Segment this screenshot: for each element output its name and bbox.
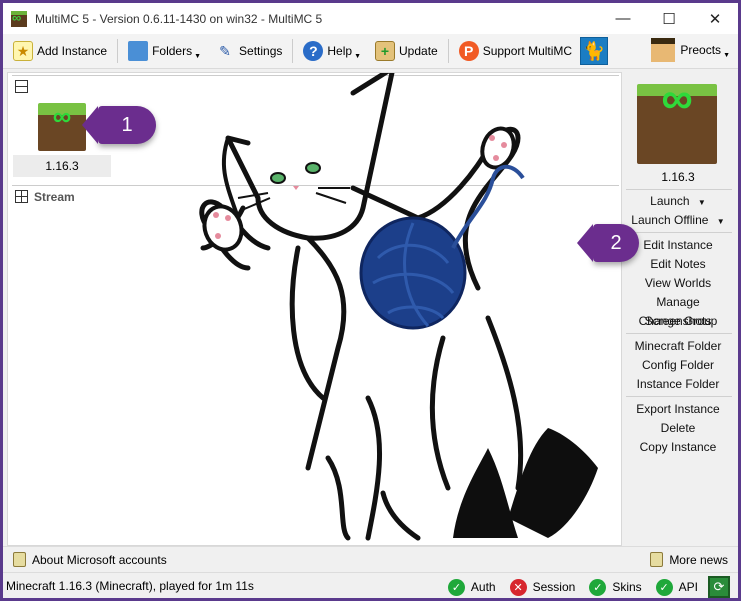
multimc-logo-icon <box>11 10 27 27</box>
more-news-button[interactable]: More news <box>650 552 728 567</box>
update-icon: + <box>375 41 395 61</box>
folders-label: Folders <box>152 44 193 58</box>
update-button[interactable]: + Update <box>371 37 442 65</box>
news-scroll-icon <box>650 552 664 567</box>
more-news-label: More news <box>669 552 728 567</box>
instance-view[interactable]: ∞ 1.16.3 Stream 1 <box>7 72 622 546</box>
annotation-callout-2: 2 <box>577 224 639 262</box>
auth-label: Auth <box>470 580 496 594</box>
window-controls: — ☐ ✕ <box>600 3 738 34</box>
api-label: API <box>678 580 698 594</box>
title-bar: MultiMC 5 - Version 0.6.11-1430 on win32… <box>3 3 738 34</box>
news-bar: About Microsoft accounts More news <box>3 546 738 572</box>
patreon-icon: P <box>458 41 479 61</box>
edit-notes-button[interactable]: Edit Notes <box>622 255 734 274</box>
session-status: ✕ Session <box>509 578 576 596</box>
status-bar: Minecraft 1.16.3 (Minecraft), played for… <box>3 572 738 598</box>
account-menu[interactable]: Preocts ▼ <box>651 38 730 62</box>
cat-toggle-button[interactable]: 🐈 <box>580 37 609 65</box>
account-avatar <box>651 38 676 62</box>
instance-large-icon[interactable]: ∞ <box>637 74 717 164</box>
status-text: Minecraft 1.16.3 (Minecraft), played for… <box>6 579 254 593</box>
about-microsoft-accounts-link[interactable]: About Microsoft accounts <box>13 552 167 567</box>
delete-button[interactable]: Delete <box>622 419 734 438</box>
update-label: Update <box>399 44 438 58</box>
help-dropdown-icon: ▼ <box>354 52 361 60</box>
check-icon: ✓ <box>447 578 465 596</box>
folder-icon <box>128 41 149 61</box>
instance-actions-panel: ∞ 1.16.3 Launch ▼ Launch Offline ▼ Edit … <box>622 72 738 546</box>
refresh-icon: ⟳ <box>713 579 725 594</box>
cat-background-art <box>199 73 598 541</box>
config-folder-button[interactable]: Config Folder <box>622 356 734 375</box>
copy-instance-button[interactable]: Copy Instance <box>622 438 734 457</box>
panel-separator <box>626 189 732 190</box>
help-icon: ? <box>303 41 324 61</box>
about-accounts-label: About Microsoft accounts <box>32 552 167 567</box>
refresh-status-button[interactable]: ⟳ <box>708 576 730 598</box>
account-dropdown-icon: ▼ <box>723 51 730 59</box>
minecraft-folder-button[interactable]: Minecraft Folder <box>622 337 734 356</box>
launch-button[interactable]: Launch ▼ <box>622 192 734 211</box>
expand-group-icon[interactable] <box>15 190 28 203</box>
folders-dropdown-icon: ▼ <box>194 52 202 60</box>
window-title: MultiMC 5 - Version 0.6.11-1430 on win32… <box>35 11 323 26</box>
auth-status: ✓ Auth <box>447 578 496 596</box>
instance-folder-button[interactable]: Instance Folder <box>622 375 734 394</box>
help-button[interactable]: ? Help ▼ <box>299 37 365 65</box>
toolbar-separator <box>292 39 294 63</box>
folders-button[interactable]: Folders ▼ <box>124 37 205 65</box>
add-instance-button[interactable]: ★ Add Instance <box>9 37 111 65</box>
launch-offline-label: Launch Offline <box>631 213 709 227</box>
collapse-group-icon[interactable] <box>15 80 28 93</box>
support-label: Support MultiMC <box>482 44 573 58</box>
news-scroll-icon <box>13 552 26 567</box>
launch-offline-dropdown-icon: ▼ <box>716 217 725 226</box>
support-multimc-button[interactable]: P Support MultiMC <box>455 37 576 65</box>
callout-number: 2 <box>610 231 622 254</box>
help-label: Help <box>327 44 353 58</box>
skins-label: Skins <box>612 580 642 594</box>
check-icon: ✓ <box>589 578 607 596</box>
manage-screenshots-button[interactable]: Manage Screenshots <box>622 293 734 328</box>
service-status: ✓ Auth ✕ Session ✓ Skins ✓ API ⟳ <box>434 576 730 598</box>
stream-group-name: Stream <box>34 189 75 204</box>
error-icon: ✕ <box>509 578 527 596</box>
minimize-button[interactable]: — <box>600 3 646 34</box>
close-button[interactable]: ✕ <box>692 3 738 34</box>
selected-instance-name: 1.16.3 <box>661 170 695 184</box>
panel-separator <box>626 333 732 334</box>
add-instance-label: Add Instance <box>37 44 108 58</box>
account-name: Preocts <box>680 43 722 57</box>
instance-label: 1.16.3 <box>13 155 111 177</box>
multimc-window: MultiMC 5 - Version 0.6.11-1430 on win32… <box>3 3 738 598</box>
toolbar-separator <box>117 39 119 63</box>
api-status: ✓ API <box>655 578 698 596</box>
view-worlds-button[interactable]: View Worlds <box>622 274 734 293</box>
launch-dropdown-icon: ▼ <box>697 198 706 207</box>
session-label: Session <box>532 580 576 594</box>
settings-button[interactable]: ✎ Settings <box>211 37 286 65</box>
change-group-button[interactable]: Change Group <box>622 312 734 331</box>
toolbar-separator <box>447 39 449 63</box>
panel-separator <box>626 396 732 397</box>
export-instance-button[interactable]: Export Instance <box>622 400 734 419</box>
add-instance-icon: ★ <box>13 41 33 61</box>
cat-icon: 🐈 <box>582 40 606 61</box>
maximize-button[interactable]: ☐ <box>646 3 692 34</box>
annotation-callout-1: 1 <box>82 106 156 144</box>
minecraft-grass-block-icon: ∞ <box>38 101 86 151</box>
main-toolbar: ★ Add Instance Folders ▼ ✎ Settings ? He… <box>3 34 738 69</box>
settings-icon: ✎ <box>219 42 231 59</box>
launch-offline-button[interactable]: Launch Offline ▼ <box>622 211 734 230</box>
settings-label: Settings <box>239 44 283 58</box>
skins-status: ✓ Skins <box>589 578 642 596</box>
callout-number: 1 <box>121 113 133 136</box>
check-icon: ✓ <box>655 578 673 596</box>
panel-separator <box>626 232 732 233</box>
launch-label: Launch <box>650 194 690 208</box>
